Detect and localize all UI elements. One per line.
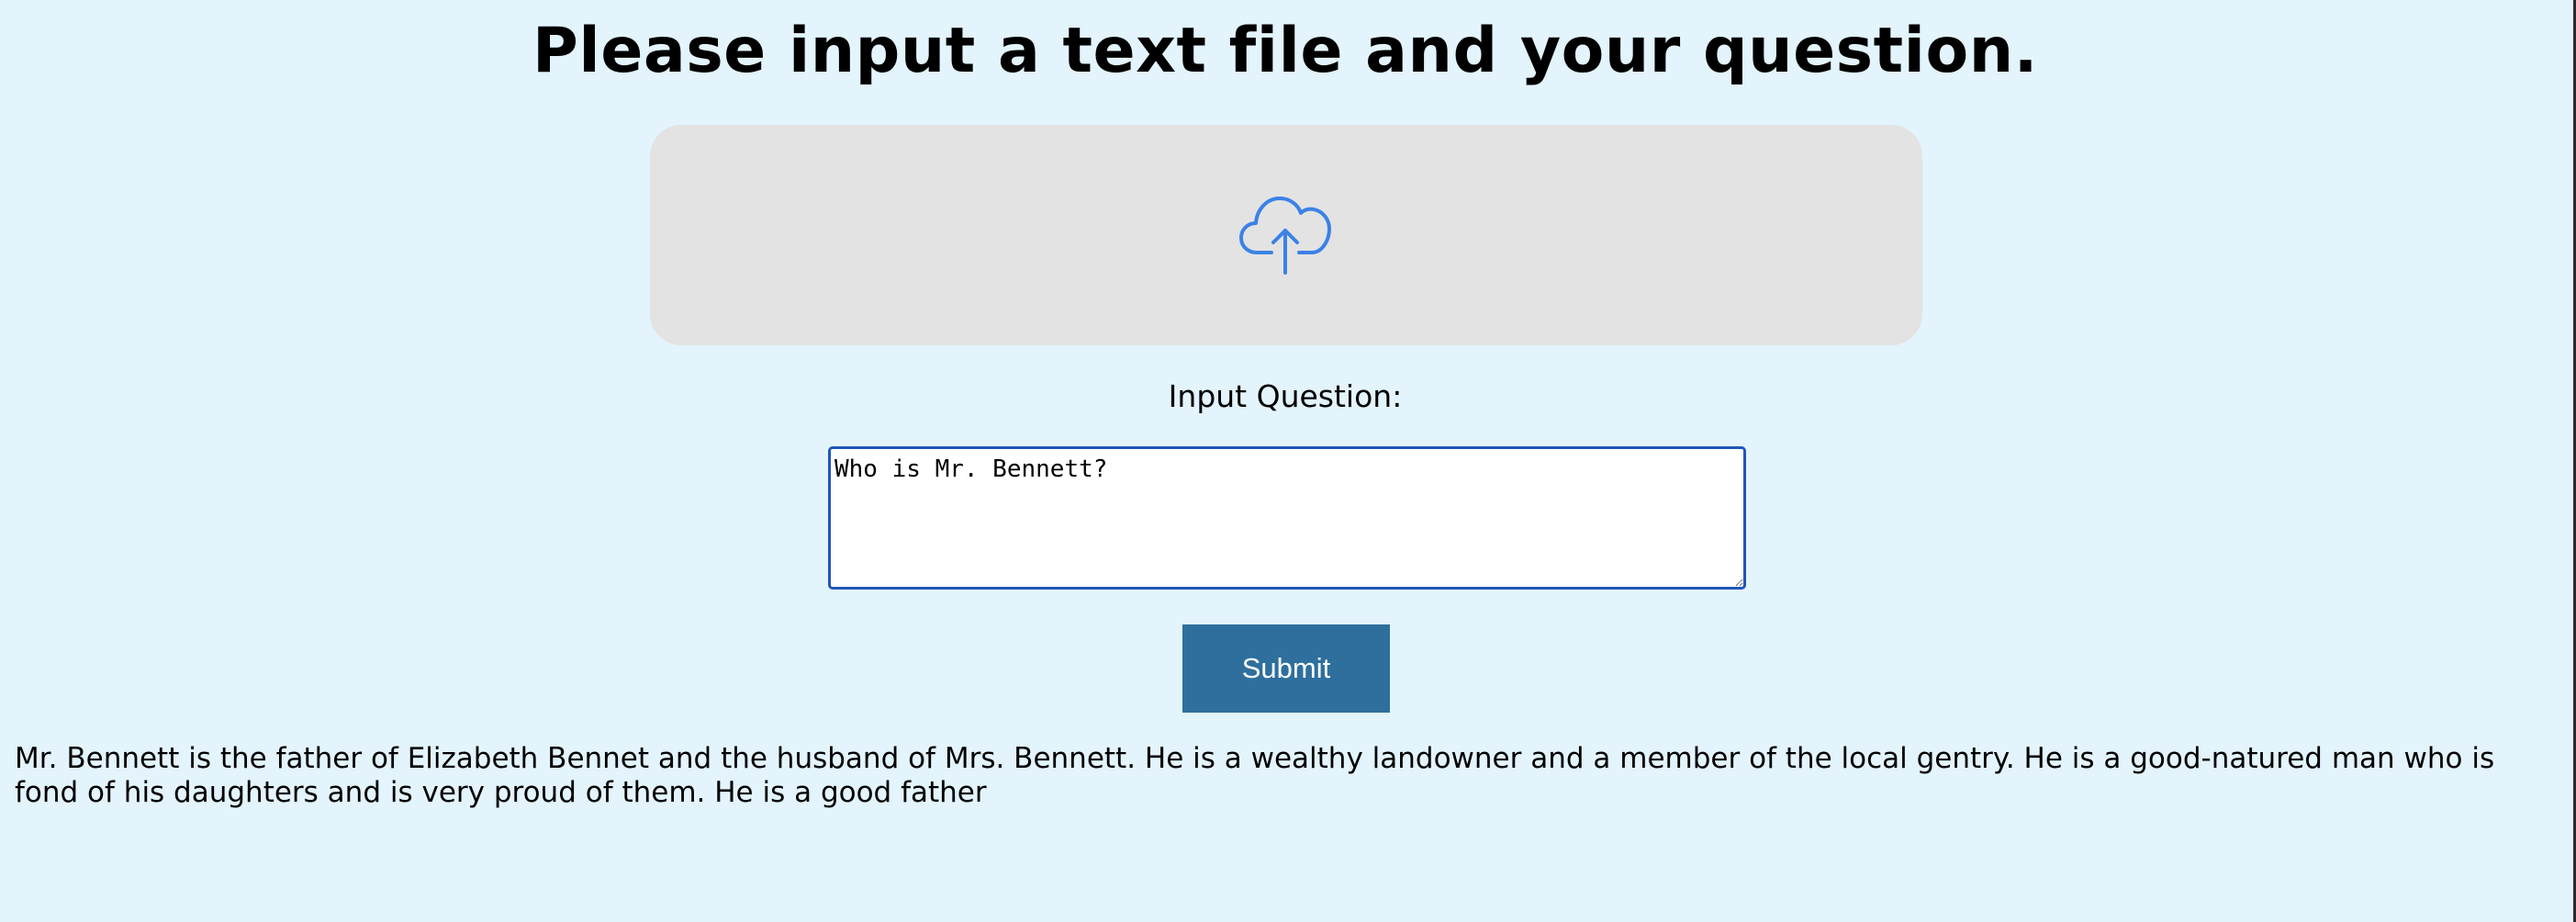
file-upload-dropzone[interactable]: [650, 125, 1922, 345]
question-label: Input Question:: [1168, 378, 1403, 414]
question-textarea[interactable]: Who is Mr. Bennett?: [828, 446, 1746, 590]
answer-text: Mr. Bennett is the father of Elizabeth B…: [15, 742, 2495, 809]
cloud-upload-icon: [1239, 197, 1331, 275]
submit-button[interactable]: Submit: [1182, 624, 1390, 713]
page-title: Please input a text file and your questi…: [532, 15, 2038, 87]
